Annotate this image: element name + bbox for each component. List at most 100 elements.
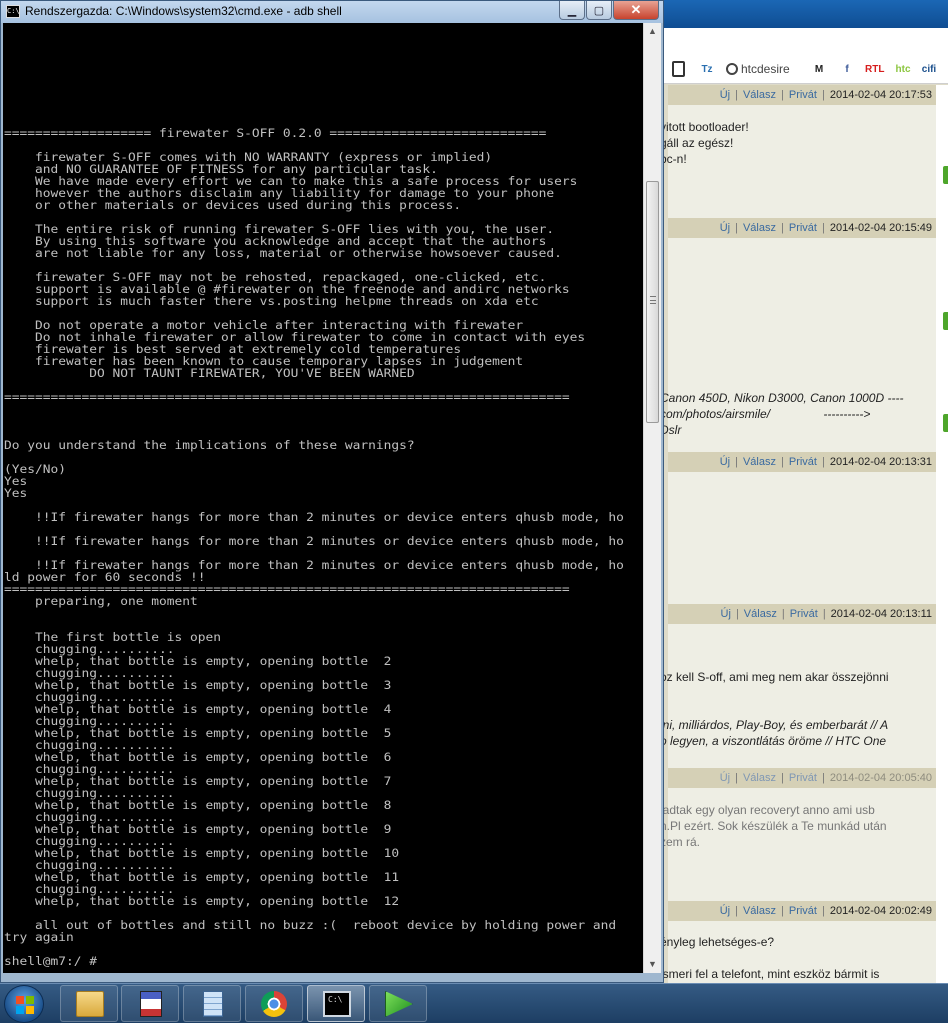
start-button[interactable] [4,985,44,1023]
post-link-0[interactable]: Új [720,772,730,784]
play-icon [385,991,413,1017]
post-link-1[interactable]: Válasz [743,772,776,784]
post-link-2[interactable]: Privát [789,222,817,234]
windows-logo-icon [16,996,34,1014]
console-line: preparing, one moment [4,594,198,608]
console-output[interactable]: =================== firewater S-OFF 0.2.… [3,23,643,973]
toolbar-item-label: M [814,63,824,75]
separator: | [821,222,825,234]
vertical-scrollbar[interactable]: ▲ ▼ [643,23,661,973]
post-header: Új | Válasz | Privát | 2014-02-04 20:17:53 [668,85,936,105]
post-link-2[interactable]: Privát [789,89,817,101]
console-line: shell@m7:/ # [4,954,97,968]
post-link-1[interactable]: Válasz [743,905,776,917]
green-side-tab[interactable] [943,414,948,432]
toolbar-item-label: f [845,63,849,75]
green-side-tab[interactable] [943,166,948,184]
close-button[interactable]: ✕ [613,1,659,20]
toolbar-htc[interactable]: htc [894,60,911,78]
toolbar-item-label: htcdesire [741,62,790,76]
maximize-icon: ▢ [593,4,605,17]
green-side-tab[interactable] [943,312,948,330]
forum-right-margin [936,85,948,983]
minimize-button[interactable]: ▁ [559,1,585,20]
separator: | [735,89,738,101]
toolbar-search[interactable]: htcdesire [726,60,790,78]
background-browser-window[interactable]: Tz htcdesire Mf RTL htc cifi Új | Válasz | Privát… [660,0,948,983]
post-header: Új | Válasz | Privát | 2014-02-04 20:15:49 [668,218,936,238]
console-line: (Yes/No) [4,462,66,476]
console-line: Do you understand the implications of th… [4,438,415,452]
toolbar-m[interactable]: M [810,60,827,78]
separator: | [822,608,826,620]
separator: | [781,905,784,917]
separator: | [781,89,784,101]
post-link-2[interactable]: Privát [789,772,817,784]
post-body: vitott bootloader! gáll az egész! bc-n! [660,120,749,166]
post-link-2[interactable]: Privát [789,905,817,917]
separator: | [821,772,825,784]
console-text: =================== firewater S-OFF 0.2.… [4,127,624,967]
browser-titlebar [660,0,948,28]
post-link-1[interactable]: Válasz [743,456,776,468]
console-line: whelp, that bottle is empty, opening bot… [4,894,400,908]
post-link-0[interactable]: Új [721,608,731,620]
toolbar-cifi[interactable]: cifi [920,60,937,78]
post-header: Új | Válasz | Privát | 2014-02-04 20:13:11 [668,604,936,624]
console-line: or other materials or devices used durin… [4,198,462,212]
floppy-icon [140,991,162,1017]
scrollbar-thumb[interactable] [646,181,659,423]
separator: | [781,456,784,468]
post-link-1[interactable]: Válasz [743,89,776,101]
page-icon [672,61,685,77]
separator: | [821,456,825,468]
post-link-0[interactable]: Új [720,456,730,468]
taskbar-save-app[interactable] [121,985,179,1022]
grip-icon [650,296,656,304]
calculator-icon [203,991,223,1017]
scroll-down-icon[interactable]: ▼ [648,959,657,969]
console-line: ========================================… [4,390,570,404]
post-link-2[interactable]: Privát [790,608,818,620]
taskbar-cmd[interactable]: C:\ [307,985,365,1022]
post-link-0[interactable]: Új [720,89,730,101]
chrome-icon [261,991,287,1017]
separator: | [735,222,738,234]
post-link-1[interactable]: Válasz [744,608,777,620]
taskbar: C:\ [0,983,948,1023]
search-icon [726,63,738,75]
taskbar-media-player[interactable] [369,985,427,1022]
post-link-2[interactable]: Privát [789,456,817,468]
console-line: =================== firewater S-OFF 0.2.… [4,126,547,140]
post-date: 2014-02-04 20:02:49 [829,905,932,917]
cmd-window[interactable]: C:\ Rendszergazda: C:\Windows\system32\c… [0,0,664,983]
maximize-button[interactable]: ▢ [586,1,612,20]
toolbar-facebook[interactable]: f [838,60,855,78]
post-link-1[interactable]: Válasz [743,222,776,234]
post-body: iadtak egy olyan recoveryt anno ami usb … [660,803,887,849]
post-date: 2014-02-04 20:13:31 [829,456,932,468]
post-link-0[interactable]: Új [720,222,730,234]
post-date: 2014-02-04 20:15:49 [829,222,932,234]
console-line: !!If firewater hangs for more than 2 min… [4,510,624,524]
console-line: support is much faster there vs.posting … [4,294,539,308]
toolbar-item-label: RTL [865,63,885,75]
post-header: Új | Válasz | Privát | 2014-02-04 20:13:31 [668,452,936,472]
scroll-up-icon[interactable]: ▲ [648,26,657,36]
taskbar-chrome[interactable] [245,985,303,1022]
toolbar-page[interactable] [672,60,685,78]
toolbar-rtl[interactable]: RTL [864,60,885,78]
separator: | [821,89,825,101]
post-date: 2014-02-04 20:05:40 [829,772,932,784]
taskbar-file-explorer[interactable] [60,985,118,1022]
post-link-0[interactable]: Új [720,905,730,917]
toolbar-tz[interactable]: Tz [698,60,715,78]
console-line: Yes [4,486,28,500]
taskbar-calculator[interactable] [183,985,241,1022]
separator: | [781,222,784,234]
separator: | [735,905,738,917]
separator: | [821,905,825,917]
post-body: Canon 450D, Nikon D3000, Canon 1000D ---… [660,391,904,437]
